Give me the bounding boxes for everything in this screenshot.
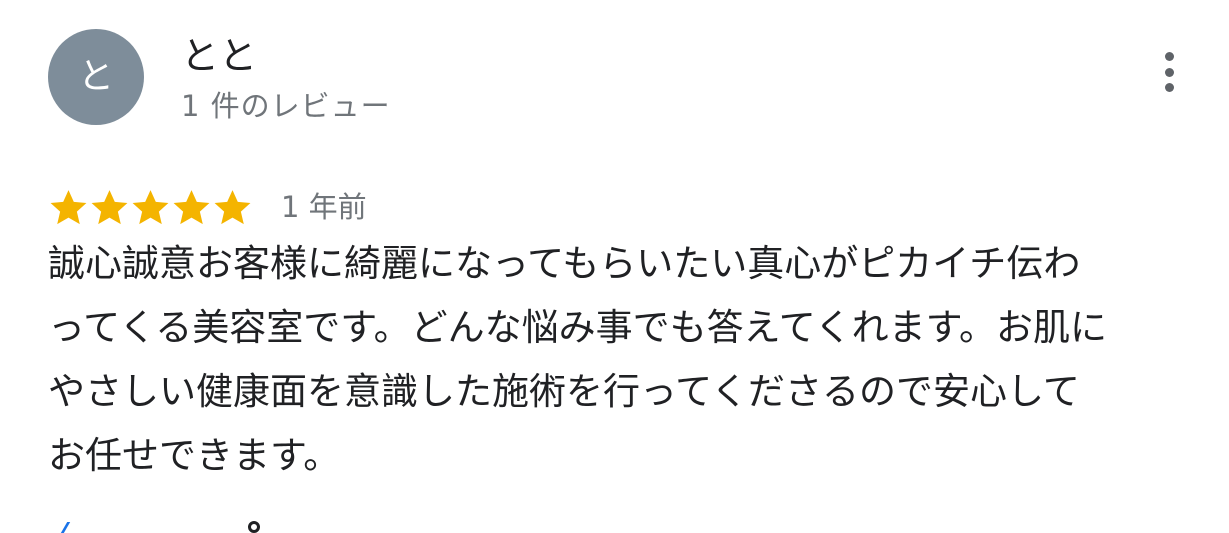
reviewer-review-count: 1 件のレビュー	[181, 89, 391, 123]
star-icon	[173, 189, 210, 224]
share-icon[interactable]	[248, 521, 260, 533]
star-icon	[132, 189, 169, 224]
review-text: 誠心誠意お客様に綺麗になってもらいたい真心がピカイチ伝わってくる美容室です。どん…	[48, 242, 1107, 477]
star-rating	[48, 187, 253, 228]
more-options-button[interactable]	[1152, 48, 1186, 96]
star-icon	[50, 189, 87, 224]
rating-row: 1 年前	[48, 183, 367, 231]
more-vert-icon-dot	[1164, 67, 1174, 77]
more-vert-icon-dot	[1164, 83, 1174, 92]
thumb-up-icon[interactable]	[56, 522, 89, 533]
reviewer-name[interactable]: とと	[181, 34, 257, 78]
review-date: 1 年前	[281, 190, 367, 224]
reviewer-avatar[interactable]: と	[48, 29, 144, 125]
star-icon	[214, 189, 251, 224]
avatar-initial: と	[77, 56, 114, 97]
action-row-partial	[48, 512, 308, 533]
more-vert-icon	[1164, 52, 1174, 61]
review-card: と とと 1 件のレビュー 1 年前 誠心誠意お客様に綺麗になってもらいたい真心…	[0, 0, 1229, 533]
star-icon	[91, 189, 128, 224]
